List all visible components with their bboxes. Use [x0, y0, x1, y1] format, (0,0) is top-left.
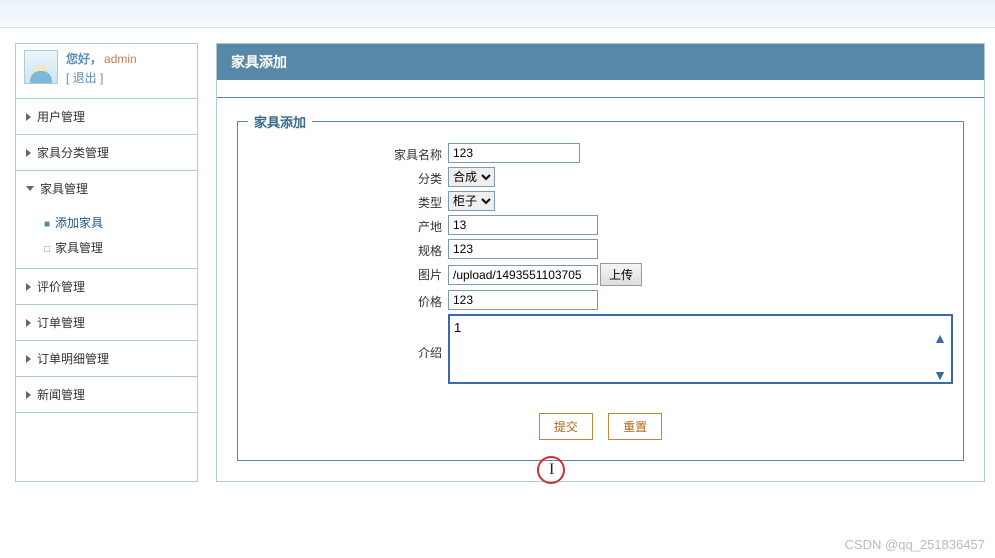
type-select[interactable]: 柜子	[448, 191, 495, 211]
sidebar-item-review-mgmt[interactable]: 评价管理	[16, 269, 197, 304]
text-cursor-icon: I	[549, 461, 554, 479]
chevron-right-icon	[26, 283, 31, 291]
username: admin	[104, 52, 137, 66]
sidebar: 您好，admin [ 退出 ] 用户管理 家具分类管理 家具管理 添加家具 家具…	[15, 43, 198, 482]
user-box: 您好，admin [ 退出 ]	[16, 44, 197, 99]
greeting-text: 您好，	[66, 52, 102, 66]
category-select[interactable]: 合成	[448, 167, 495, 187]
image-input[interactable]	[448, 265, 598, 285]
chevron-right-icon	[26, 391, 31, 399]
avatar	[24, 50, 58, 84]
origin-input[interactable]	[448, 215, 598, 235]
submit-button[interactable]: 提交	[539, 413, 593, 440]
top-strip	[0, 0, 995, 28]
watermark: CSDN @qq_251836457	[845, 537, 985, 552]
page-title: 家具添加	[217, 44, 984, 80]
type-label: 类型	[248, 191, 448, 211]
chevron-right-icon	[26, 149, 31, 157]
scroll-up-icon[interactable]: ▲	[933, 330, 947, 346]
sidebar-subitem-add-furniture[interactable]: 添加家具	[44, 210, 197, 235]
sidebar-item-user-mgmt[interactable]: 用户管理	[16, 99, 197, 134]
desc-textarea[interactable]	[448, 314, 953, 384]
image-label: 图片	[248, 263, 448, 283]
category-label: 分类	[248, 167, 448, 187]
price-label: 价格	[248, 290, 448, 310]
sidebar-menu: 用户管理 家具分类管理 家具管理 添加家具 家具管理 评价管理 订单管理 订单明…	[16, 99, 197, 413]
origin-label: 产地	[248, 215, 448, 235]
price-input[interactable]	[448, 290, 598, 310]
form-legend: 家具添加	[248, 112, 312, 131]
desc-label: 介绍	[248, 314, 448, 361]
reset-button[interactable]: 重置	[608, 413, 662, 440]
spec-label: 规格	[248, 239, 448, 259]
name-input[interactable]	[448, 143, 580, 163]
name-label: 家具名称	[248, 143, 448, 163]
sidebar-item-order-detail-mgmt[interactable]: 订单明细管理	[16, 341, 197, 376]
main-panel: 家具添加 家具添加 家具名称 分类 合成 类型 柜子 产地	[216, 43, 985, 482]
upload-button[interactable]: 上传	[600, 263, 642, 286]
chevron-right-icon	[26, 355, 31, 363]
sidebar-item-order-mgmt[interactable]: 订单管理	[16, 305, 197, 340]
chevron-down-icon	[26, 186, 34, 191]
sidebar-item-category-mgmt[interactable]: 家具分类管理	[16, 135, 197, 170]
chevron-right-icon	[26, 319, 31, 327]
sidebar-subitem-furniture-mgmt[interactable]: 家具管理	[44, 235, 197, 260]
sidebar-item-news-mgmt[interactable]: 新闻管理	[16, 377, 197, 412]
logout-wrapper: [ 退出 ]	[66, 69, 137, 86]
spec-input[interactable]	[448, 239, 598, 259]
form-fieldset: 家具添加 家具名称 分类 合成 类型 柜子 产地 规	[237, 112, 964, 461]
logout-link[interactable]: 退出	[73, 71, 97, 85]
chevron-right-icon	[26, 113, 31, 121]
scroll-down-icon[interactable]: ▼	[933, 367, 947, 383]
sidebar-item-furniture-mgmt[interactable]: 家具管理	[16, 171, 197, 206]
divider	[217, 80, 984, 98]
